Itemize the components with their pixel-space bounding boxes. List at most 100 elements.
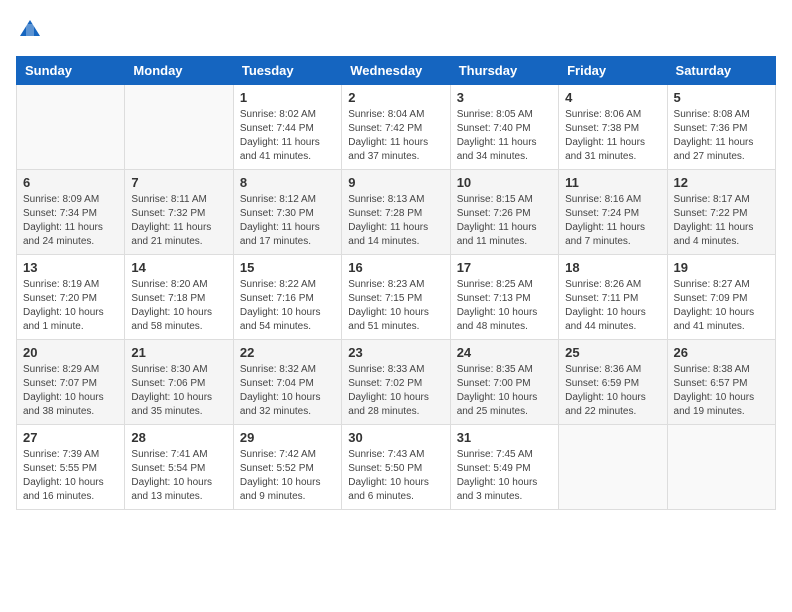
day-info: Sunrise: 8:06 AMSunset: 7:38 PMDaylight:… — [565, 108, 660, 164]
calendar-cell: 25Sunrise: 8:36 AMSunset: 6:59 PMDayligh… — [559, 340, 667, 425]
calendar-cell — [667, 425, 775, 510]
day-info: Sunrise: 8:16 AMSunset: 7:24 PMDaylight:… — [565, 193, 660, 249]
calendar-cell: 15 Sunrise: 8:22 AMSunset: 7:16 PMDayligh… — [233, 255, 341, 340]
day-number: 7 — [131, 175, 226, 190]
calendar-cell: 20 Sunrise: 8:29 AMSunset: 7:07 PMDayligh… — [17, 340, 125, 425]
day-number: 23 — [348, 345, 443, 360]
calendar-header: SundayMondayTuesdayWednesdayThursdayFrid… — [17, 57, 776, 85]
day-number: 16 — [348, 260, 443, 275]
calendar-cell: 23 Sunrise: 8:33 AMSunset: 7:02 PMDayligh… — [342, 340, 450, 425]
calendar-row: 27 Sunrise: 7:39 AMSunset: 5:55 PMDayligh… — [17, 425, 776, 510]
day-info: Sunrise: 8:29 AMSunset: 7:07 PMDaylight:… — [23, 363, 118, 419]
day-number: 4 — [565, 90, 660, 105]
day-info: Sunrise: 7:39 AMSunset: 5:55 PMDaylight:… — [23, 448, 118, 504]
day-info: Sunrise: 8:11 AMSunset: 7:32 PMDaylight:… — [131, 193, 226, 249]
calendar-row: 20 Sunrise: 8:29 AMSunset: 7:07 PMDayligh… — [17, 340, 776, 425]
calendar-day-header: Tuesday — [233, 57, 341, 85]
day-number: 27 — [23, 430, 118, 445]
day-info: Sunrise: 8:15 AMSunset: 7:26 PMDaylight:… — [457, 193, 552, 249]
calendar-cell: 7 Sunrise: 8:11 AMSunset: 7:32 PMDaylight… — [125, 170, 233, 255]
day-number: 14 — [131, 260, 226, 275]
day-info: Sunrise: 7:45 AMSunset: 5:49 PMDaylight:… — [457, 448, 552, 504]
day-number: 9 — [348, 175, 443, 190]
calendar-cell — [559, 425, 667, 510]
day-info: Sunrise: 8:35 AMSunset: 7:00 PMDaylight:… — [457, 363, 552, 419]
day-number: 11 — [565, 175, 660, 190]
calendar-cell — [17, 85, 125, 170]
day-number: 30 — [348, 430, 443, 445]
calendar-cell: 5Sunrise: 8:08 AMSunset: 7:36 PMDaylight… — [667, 85, 775, 170]
day-info: Sunrise: 8:33 AMSunset: 7:02 PMDaylight:… — [348, 363, 443, 419]
calendar-cell: 10 Sunrise: 8:15 AMSunset: 7:26 PMDayligh… — [450, 170, 558, 255]
calendar-cell: 4 Sunrise: 8:06 AMSunset: 7:38 PMDaylight… — [559, 85, 667, 170]
day-info: Sunrise: 8:36 AMSunset: 6:59 PMDaylight:… — [565, 363, 660, 419]
day-info: Sunrise: 8:26 AMSunset: 7:11 PMDaylight:… — [565, 278, 660, 334]
calendar-cell: 19Sunrise: 8:27 AMSunset: 7:09 PMDayligh… — [667, 255, 775, 340]
calendar-row: 13 Sunrise: 8:19 AMSunset: 7:20 PMDayligh… — [17, 255, 776, 340]
day-number: 28 — [131, 430, 226, 445]
calendar-cell: 9 Sunrise: 8:13 AMSunset: 7:28 PMDaylight… — [342, 170, 450, 255]
calendar-cell: 3 Sunrise: 8:05 AMSunset: 7:40 PMDaylight… — [450, 85, 558, 170]
calendar-cell: 13 Sunrise: 8:19 AMSunset: 7:20 PMDayligh… — [17, 255, 125, 340]
day-info: Sunrise: 7:41 AMSunset: 5:54 PMDaylight:… — [131, 448, 226, 504]
day-number: 22 — [240, 345, 335, 360]
calendar-cell: 30 Sunrise: 7:43 AMSunset: 5:50 PMDayligh… — [342, 425, 450, 510]
calendar-header-row: SundayMondayTuesdayWednesdayThursdayFrid… — [17, 57, 776, 85]
calendar-cell: 31 Sunrise: 7:45 AMSunset: 5:49 PMDayligh… — [450, 425, 558, 510]
page-header — [16, 16, 776, 44]
day-number: 24 — [457, 345, 552, 360]
calendar-day-header: Wednesday — [342, 57, 450, 85]
calendar-cell: 14 Sunrise: 8:20 AMSunset: 7:18 PMDayligh… — [125, 255, 233, 340]
day-info: Sunrise: 7:43 AMSunset: 5:50 PMDaylight:… — [348, 448, 443, 504]
calendar-row: 1Sunrise: 8:02 AMSunset: 7:44 PMDaylight… — [17, 85, 776, 170]
calendar-cell: 22Sunrise: 8:32 AMSunset: 7:04 PMDayligh… — [233, 340, 341, 425]
day-number: 26 — [674, 345, 769, 360]
day-number: 19 — [674, 260, 769, 275]
calendar-cell: 12 Sunrise: 8:17 AMSunset: 7:22 PMDayligh… — [667, 170, 775, 255]
calendar-cell: 26 Sunrise: 8:38 AMSunset: 6:57 PMDayligh… — [667, 340, 775, 425]
day-number: 31 — [457, 430, 552, 445]
calendar-table: SundayMondayTuesdayWednesdayThursdayFrid… — [16, 56, 776, 510]
day-info: Sunrise: 8:02 AMSunset: 7:44 PMDaylight:… — [240, 108, 335, 164]
day-number: 10 — [457, 175, 552, 190]
day-info: Sunrise: 8:20 AMSunset: 7:18 PMDaylight:… — [131, 278, 226, 334]
calendar-cell: 11 Sunrise: 8:16 AMSunset: 7:24 PMDayligh… — [559, 170, 667, 255]
day-number: 3 — [457, 90, 552, 105]
day-number: 29 — [240, 430, 335, 445]
day-info: Sunrise: 8:17 AMSunset: 7:22 PMDaylight:… — [674, 193, 769, 249]
logo — [16, 16, 48, 44]
day-number: 6 — [23, 175, 118, 190]
day-info: Sunrise: 8:19 AMSunset: 7:20 PMDaylight:… — [23, 278, 118, 334]
day-info: Sunrise: 8:23 AMSunset: 7:15 PMDaylight:… — [348, 278, 443, 334]
day-number: 2 — [348, 90, 443, 105]
calendar-cell — [125, 85, 233, 170]
day-number: 20 — [23, 345, 118, 360]
day-info: Sunrise: 8:13 AMSunset: 7:28 PMDaylight:… — [348, 193, 443, 249]
calendar-day-header: Thursday — [450, 57, 558, 85]
calendar-cell: 18 Sunrise: 8:26 AMSunset: 7:11 PMDayligh… — [559, 255, 667, 340]
calendar-cell: 27 Sunrise: 7:39 AMSunset: 5:55 PMDayligh… — [17, 425, 125, 510]
day-info: Sunrise: 8:30 AMSunset: 7:06 PMDaylight:… — [131, 363, 226, 419]
calendar-cell: 16 Sunrise: 8:23 AMSunset: 7:15 PMDayligh… — [342, 255, 450, 340]
day-info: Sunrise: 8:08 AMSunset: 7:36 PMDaylight:… — [674, 108, 769, 164]
day-number: 12 — [674, 175, 769, 190]
calendar-body: 1Sunrise: 8:02 AMSunset: 7:44 PMDaylight… — [17, 85, 776, 510]
day-info: Sunrise: 8:12 AMSunset: 7:30 PMDaylight:… — [240, 193, 335, 249]
calendar-row: 6 Sunrise: 8:09 AMSunset: 7:34 PMDaylight… — [17, 170, 776, 255]
day-number: 13 — [23, 260, 118, 275]
calendar-cell: 21 Sunrise: 8:30 AMSunset: 7:06 PMDayligh… — [125, 340, 233, 425]
day-info: Sunrise: 8:38 AMSunset: 6:57 PMDaylight:… — [674, 363, 769, 419]
day-info: Sunrise: 8:22 AMSunset: 7:16 PMDaylight:… — [240, 278, 335, 334]
day-info: Sunrise: 8:25 AMSunset: 7:13 PMDaylight:… — [457, 278, 552, 334]
calendar-cell: 1Sunrise: 8:02 AMSunset: 7:44 PMDaylight… — [233, 85, 341, 170]
day-info: Sunrise: 8:05 AMSunset: 7:40 PMDaylight:… — [457, 108, 552, 164]
calendar-day-header: Sunday — [17, 57, 125, 85]
day-number: 21 — [131, 345, 226, 360]
logo-icon — [16, 16, 44, 44]
day-number: 15 — [240, 260, 335, 275]
day-number: 18 — [565, 260, 660, 275]
day-info: Sunrise: 8:09 AMSunset: 7:34 PMDaylight:… — [23, 193, 118, 249]
calendar-cell: 29 Sunrise: 7:42 AMSunset: 5:52 PMDayligh… — [233, 425, 341, 510]
calendar-day-header: Monday — [125, 57, 233, 85]
day-info: Sunrise: 7:42 AMSunset: 5:52 PMDaylight:… — [240, 448, 335, 504]
